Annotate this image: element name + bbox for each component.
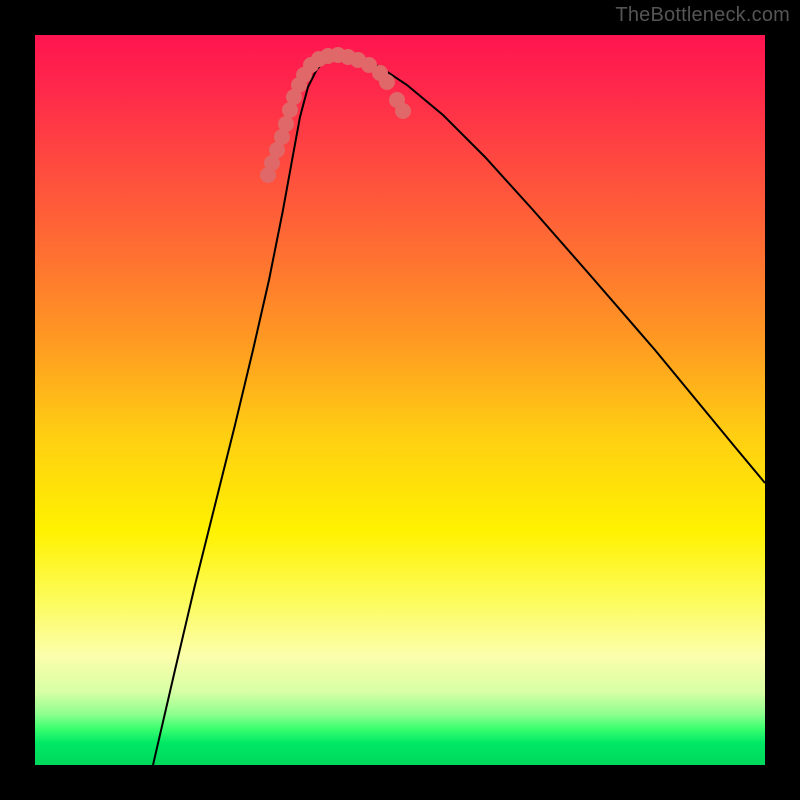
bottleneck-curve (153, 55, 765, 765)
curve-layer (35, 35, 765, 765)
highlight-dot (278, 116, 294, 132)
plot-area (35, 35, 765, 765)
chart-frame: TheBottleneck.com (0, 0, 800, 800)
watermark-text: TheBottleneck.com (615, 4, 790, 27)
highlight-dot (395, 103, 411, 119)
highlight-dots (260, 47, 411, 183)
highlight-dot (379, 74, 395, 90)
